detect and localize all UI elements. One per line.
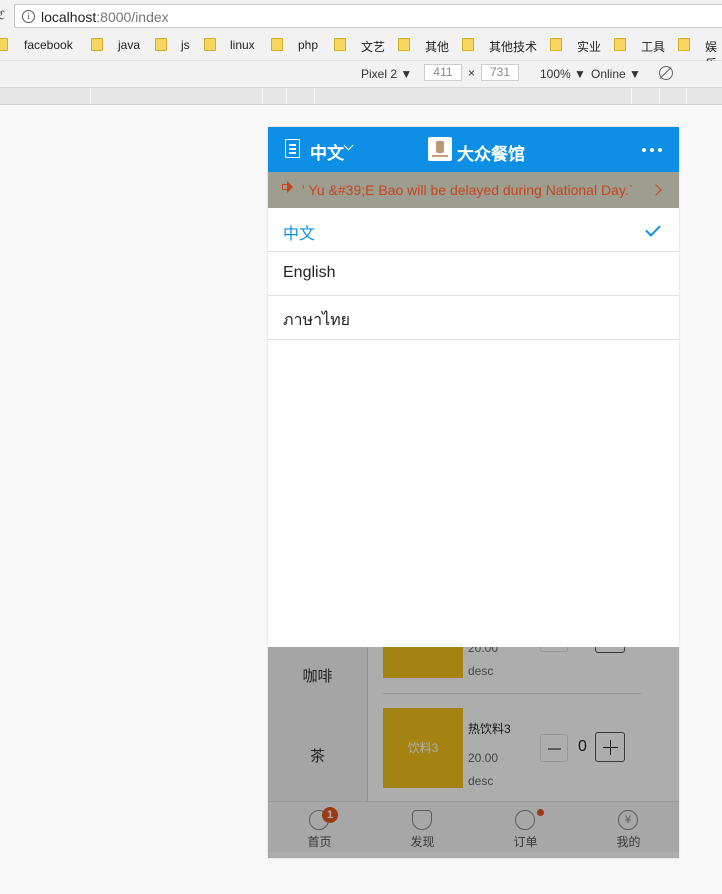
folder-icon	[204, 38, 216, 51]
zoom-select[interactable]: 100% ▼	[540, 67, 586, 81]
bookmark-other[interactable]: 其他	[425, 38, 449, 54]
folder-icon	[462, 38, 474, 51]
notice-text: ' Yu &#39;E Bao will be delayed during N…	[302, 182, 634, 198]
url-host: localhost	[41, 9, 97, 25]
refresh-icon[interactable]: ℭ	[0, 8, 5, 22]
device-name: Pixel 2	[361, 67, 398, 81]
folder-icon	[550, 38, 562, 51]
language-option-chinese[interactable]: 中文	[268, 208, 679, 252]
bookmark-js[interactable]: js	[181, 38, 190, 54]
bookmark-facebook[interactable]: facebook	[24, 38, 73, 54]
url-path: :8000/index	[96, 9, 169, 25]
folder-icon	[678, 38, 690, 51]
zoom-value: 100%	[540, 67, 571, 81]
language-option-english[interactable]: English	[268, 252, 679, 296]
restaurant-logo	[428, 137, 452, 161]
folder-icon	[271, 38, 283, 51]
app-header: 中文 大众餐馆	[268, 127, 679, 172]
bookmark-linux[interactable]: linux	[230, 38, 255, 54]
folder-icon	[0, 38, 8, 51]
height-input[interactable]: 731	[481, 64, 519, 81]
app-title: 大众餐馆	[457, 145, 525, 164]
bookmark-wenyi[interactable]: 文艺	[361, 38, 385, 54]
url-text[interactable]: localhost:8000/index	[41, 9, 169, 25]
bookmark-entertainment[interactable]: 娱乐	[705, 38, 722, 71]
bookmarks-bar: facebook java js linux php 文艺 其他 其他技术 实业…	[0, 32, 722, 71]
device-select[interactable]: Pixel 2 ▼	[361, 67, 412, 81]
folder-icon	[398, 38, 410, 51]
info-icon[interactable]: i	[22, 10, 35, 23]
check-icon	[645, 221, 661, 237]
folder-icon	[91, 38, 103, 51]
rotate-icon[interactable]	[659, 66, 673, 80]
address-bar[interactable]: i localhost:8000/index	[14, 4, 722, 28]
notice-bar[interactable]: ' Yu &#39;E Bao will be delayed during N…	[268, 172, 679, 208]
folder-icon	[614, 38, 626, 51]
bookmark-php[interactable]: php	[298, 38, 318, 54]
network-select[interactable]: Online ▼	[591, 67, 641, 81]
language-option-label: ภาษาไทย	[283, 312, 351, 329]
speaker-icon	[282, 181, 293, 193]
language-selector[interactable]: 中文	[310, 139, 344, 164]
bookmark-tools[interactable]: 工具	[641, 38, 665, 54]
language-option-label: 中文	[283, 226, 316, 243]
address-bar-row: ℭ i localhost:8000/index	[0, 0, 722, 32]
language-dropdown: 中文 English ภาษาไทย	[268, 208, 679, 647]
times-sign: ×	[468, 66, 476, 80]
bookmark-other-tech[interactable]: 其他技术	[489, 38, 537, 54]
language-option-thai[interactable]: ภาษาไทย	[268, 296, 679, 340]
media-query-ruler[interactable]	[0, 88, 722, 105]
bookmark-industry[interactable]: 实业	[577, 38, 601, 54]
chevron-down-icon[interactable]	[343, 140, 354, 151]
mobile-viewport: 中文 大众餐馆 ' Yu &#39;E Bao will be delayed …	[268, 127, 679, 858]
device-toolbar: Pixel 2 ▼ 411 × 731 100% ▼ Online ▼	[0, 61, 722, 88]
more-icon[interactable]	[642, 148, 663, 152]
network-value: Online	[591, 67, 626, 81]
width-input[interactable]: 411	[424, 64, 462, 81]
chevron-right-icon[interactable]	[650, 184, 662, 196]
document-icon[interactable]	[285, 139, 300, 158]
language-option-label: English	[283, 264, 336, 281]
folder-icon	[334, 38, 346, 51]
bookmark-java[interactable]: java	[118, 38, 140, 54]
folder-icon	[155, 38, 167, 51]
